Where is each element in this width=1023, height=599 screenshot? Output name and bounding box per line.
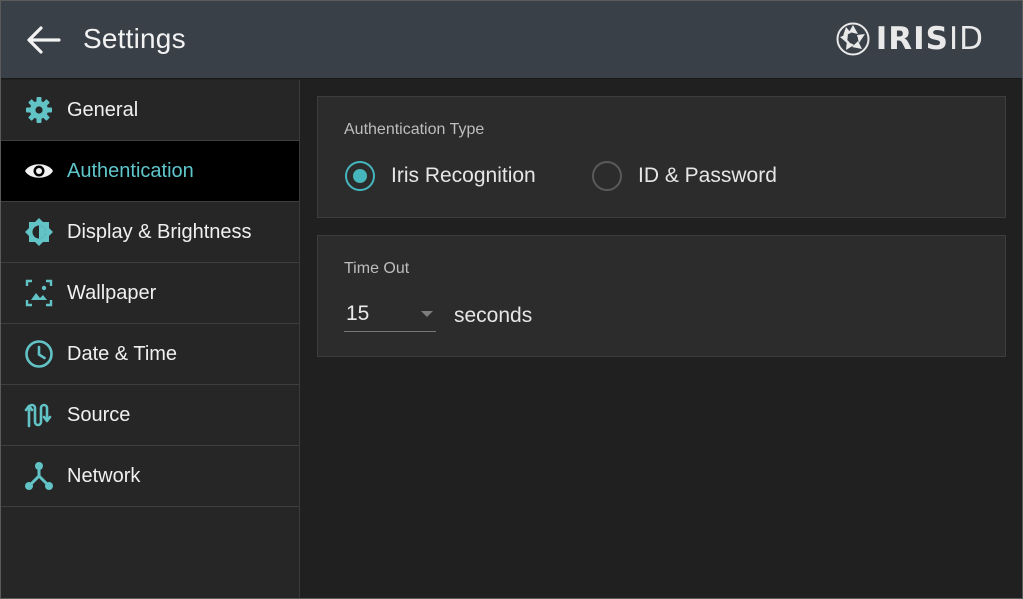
timeout-card: Time Out 15 seconds [317,235,1006,357]
radio-label: Iris Recognition [391,164,536,187]
radio-iris-recognition[interactable]: Iris Recognition [345,161,536,191]
wallpaper-icon [24,278,54,308]
timeout-title: Time Out [344,260,410,277]
settings-sidebar: General Authentication Display & Brightn… [1,80,300,598]
network-icon [24,461,54,491]
timeout-value: 15 [346,302,370,325]
sidebar-item-label: Display & Brightness [67,221,252,243]
settings-content: Authentication Type Iris Recognition ID … [301,80,1022,598]
logo-text: IRISID [875,21,984,57]
timeout-unit: seconds [454,304,533,327]
gear-icon [24,95,54,125]
radio-checked-icon [345,161,375,191]
sidebar-item-label: General [67,99,139,121]
sidebar-item-source[interactable]: Source [1,385,299,446]
sidebar-item-network[interactable]: Network [1,446,299,507]
sidebar-item-wallpaper[interactable]: Wallpaper [1,263,299,324]
sidebar-item-label: Network [67,465,141,487]
iris-aperture-icon [836,22,870,56]
sidebar-item-authentication[interactable]: Authentication [1,141,299,202]
settings-window: Settings IRISID General Authentication D… [0,0,1023,599]
authentication-type-title: Authentication Type [344,121,485,138]
sidebar-item-label: Date & Time [67,343,178,365]
radio-id-password[interactable]: ID & Password [592,161,777,191]
radio-unchecked-icon [592,161,622,191]
back-button[interactable] [21,22,65,58]
timeout-select[interactable]: 15 [344,298,436,332]
arrow-left-icon [27,26,61,54]
eye-icon [24,156,54,186]
radio-label: ID & Password [638,164,777,187]
dropdown-arrow-icon [421,311,433,317]
sidebar-item-label: Source [67,404,131,426]
sidebar-item-display-brightness[interactable]: Display & Brightness [1,202,299,263]
source-icon [24,400,54,430]
sidebar-item-label: Authentication [67,160,194,182]
brightness-icon [24,217,54,247]
brand-logo: IRISID [836,21,984,57]
sidebar-item-general[interactable]: General [1,80,299,141]
sidebar-item-label: Wallpaper [67,282,157,304]
app-header: Settings IRISID [1,1,1022,79]
sidebar-item-date-time[interactable]: Date & Time [1,324,299,385]
authentication-type-card: Authentication Type Iris Recognition ID … [317,96,1006,218]
page-title: Settings [83,23,186,54]
clock-icon [24,339,54,369]
